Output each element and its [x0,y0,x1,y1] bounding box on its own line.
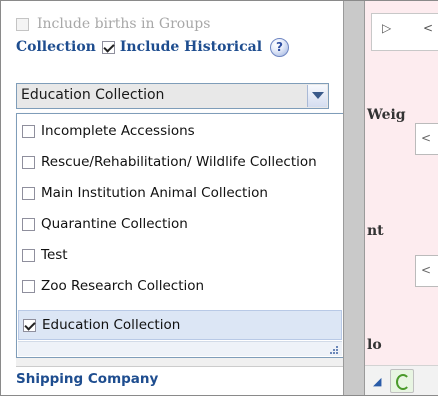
include-births-checkbox[interactable] [16,17,29,31]
list-item[interactable]: Rescue/Rehabilitation/ Wildlife Collecti… [18,147,342,177]
collection-header-row: Collection Include Historical ? [16,36,290,58]
left-panel: Include births in Groups Collection Incl… [1,1,344,395]
option-checkbox[interactable] [22,248,35,262]
include-births-row: Include births in Groups [16,13,210,35]
right-panel: ▷ < Weig < nt < lo ◢ [365,1,438,395]
shipping-company-label: Shipping Company [16,371,159,387]
option-checkbox[interactable] [22,217,35,231]
dropdown-footer [18,341,342,356]
list-item[interactable]: Quarantine Collection [18,209,342,239]
chevron-left-icon[interactable]: < [421,263,431,277]
option-label: Education Collection [42,317,181,333]
option-label: Rescue/Rehabilitation/ Wildlife Collecti… [41,154,317,170]
refresh-icon[interactable] [390,369,414,393]
include-historical-label: Include Historical [119,39,263,55]
option-label: Zoo Research Collection [41,278,205,294]
option-checkbox[interactable] [23,318,36,332]
option-label: Incomplete Accessions [41,123,195,139]
option-checkbox[interactable] [22,124,35,138]
right-label: nt [367,223,384,239]
right-toolbar: ◢ [365,365,438,395]
list-item-selected[interactable]: Education Collection [18,310,342,340]
list-item[interactable]: Test [18,240,342,270]
panel-splitter[interactable] [343,1,365,395]
chevron-down-icon[interactable] [307,85,327,107]
option-label: Quarantine Collection [41,216,188,232]
divider [16,358,344,367]
include-births-label: Include births in Groups [37,16,211,32]
option-checkbox[interactable] [22,155,35,169]
option-checkbox[interactable] [22,186,35,200]
option-label: Main Institution Animal Collection [41,185,268,201]
help-icon[interactable]: ? [270,37,290,57]
collection-select-value: Education Collection [21,87,165,103]
list-item[interactable]: Incomplete Accessions [18,116,342,146]
collection-select[interactable]: Education Collection [16,83,329,109]
chevron-left-icon[interactable]: < [421,131,431,145]
resize-grip-icon[interactable] [330,346,338,354]
chevron-left-icon[interactable]: < [423,21,433,35]
collapse-icon[interactable]: ◢ [373,375,381,388]
option-label: Test [41,247,68,263]
play-icon[interactable]: ▷ [382,21,391,35]
right-label: Weig [367,107,406,123]
list-item[interactable]: Zoo Research Collection [18,271,342,301]
right-label: lo [367,337,382,353]
collection-dropdown-list: Incomplete Accessions Rescue/Rehabilitat… [16,113,344,358]
include-historical-checkbox[interactable] [101,40,115,54]
collection-label: Collection [16,39,96,55]
list-item[interactable]: Main Institution Animal Collection [18,178,342,208]
option-checkbox[interactable] [22,279,35,293]
